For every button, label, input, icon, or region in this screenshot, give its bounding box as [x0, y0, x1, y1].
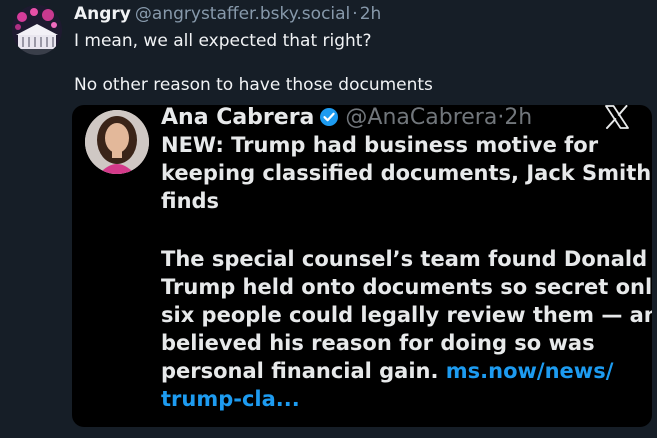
embedded-post[interactable]: Ana Cabrera @AnaCabrera·2h NEW: Trump had…	[72, 105, 652, 427]
embed-body-line-1: NEW: Trump had business motive for	[161, 133, 599, 157]
embed-link-part-2[interactable]: trump-cla...	[161, 385, 300, 413]
embed-body-line-8: personal financial gain. ms.now/news/	[161, 357, 613, 385]
embed-body-line-2: keeping classified documents, Jack Smith	[161, 161, 652, 185]
embed-body-last-text: personal financial gain.	[161, 359, 439, 383]
embed-body-line-4: The special counsel’s team found Donald	[161, 247, 648, 271]
embed-author-name: Ana Cabrera	[161, 105, 315, 130]
post-card: Angry @angrystaffer.bsky.social · 2h I mean…	[0, 0, 657, 438]
embed-body-line-3: finds	[161, 189, 220, 213]
post-text-line-2: No other reason to have those documents	[74, 75, 433, 95]
x-logo-icon	[604, 105, 630, 133]
author-display-name[interactable]: Angry	[74, 4, 131, 24]
embed-author-avatar	[85, 110, 149, 174]
author-handle[interactable]: @angrystaffer.bsky.social	[135, 4, 350, 24]
embed-body-line-7: believed his reason for doing so was	[161, 331, 595, 355]
post-time[interactable]: 2h	[360, 4, 382, 24]
author-avatar[interactable]	[12, 5, 62, 55]
verified-badge-icon	[319, 107, 339, 134]
embed-link-part-1[interactable]: ms.now/news/	[446, 359, 614, 383]
post-header: Angry @angrystaffer.bsky.social · 2h	[74, 3, 381, 25]
embed-body-line-6: six people could legally review them — a…	[161, 303, 652, 327]
embed-author-handle: @AnaCabrera	[345, 105, 498, 130]
header-separator: ·	[352, 4, 358, 24]
embed-header: Ana Cabrera @AnaCabrera·2h	[161, 105, 532, 134]
embed-body-line-5: Trump held onto documents so secret only	[161, 275, 652, 299]
post-text-line-1: I mean, we all expected that right?	[74, 31, 372, 51]
embed-post-time: 2h	[504, 105, 533, 130]
